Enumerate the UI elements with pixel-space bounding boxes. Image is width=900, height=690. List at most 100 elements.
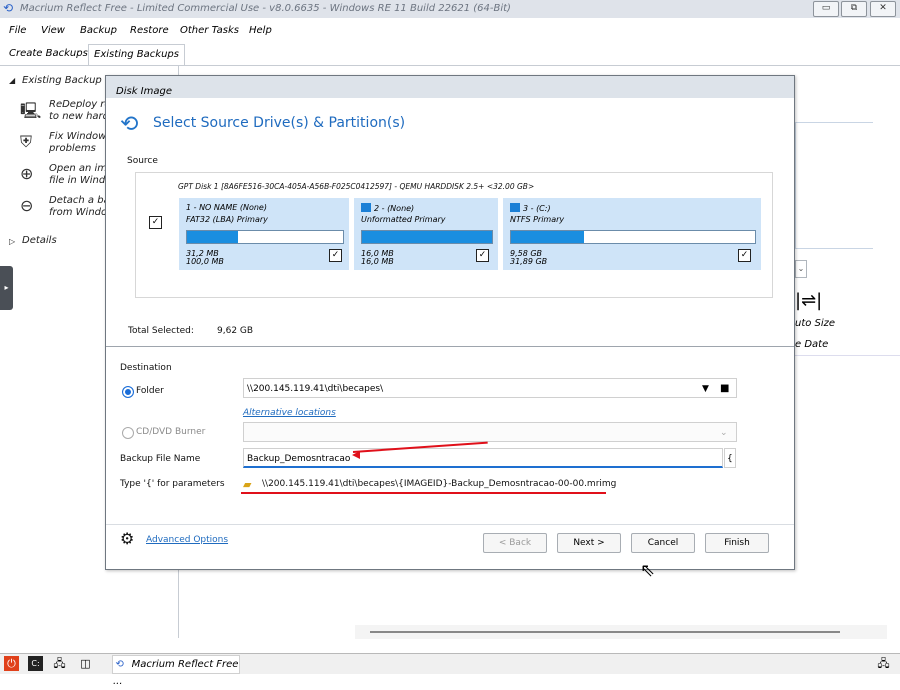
windows-logo-icon: [361, 203, 371, 212]
alternative-locations-link[interactable]: Alternative locations: [243, 408, 336, 418]
taskbar-app-label: Macrium Reflect Free ...: [113, 659, 239, 687]
params-hint-label: Type '{' for parameters: [120, 479, 225, 489]
taskbar: ⏻ C: 🖧 ◫ ⟲ Macrium Reflect Free ... 🖧: [0, 653, 900, 687]
chevron-down-icon[interactable]: ⌄: [720, 423, 728, 443]
total-selected-label: Total Selected:: [128, 326, 194, 336]
cancel-button[interactable]: Cancel: [631, 533, 695, 553]
horizontal-scrollbar[interactable]: [355, 625, 887, 639]
command-prompt-icon[interactable]: C:: [28, 656, 43, 671]
partition-2-usage-fill: [362, 231, 492, 243]
partition-3-usage-fill: [511, 231, 585, 243]
partition-2-type: Unformatted Primary: [361, 215, 446, 224]
partition-3-checkbox[interactable]: ✓: [738, 249, 751, 262]
folder-label: Folder: [136, 386, 164, 396]
partition-2-usage-bar: [361, 230, 493, 244]
annotation-arrowhead: [352, 451, 360, 459]
restore-button[interactable]: ⧉: [841, 1, 867, 17]
mouse-cursor-icon: ⇖: [640, 560, 656, 581]
group-existing-backup-tasks[interactable]: Existing Backup To: [22, 75, 116, 87]
tab-existing-backups[interactable]: Existing Backups: [88, 44, 185, 65]
partition-1-name: 1 - NO NAME (None): [186, 203, 267, 212]
menu-backup[interactable]: Backup: [80, 25, 117, 36]
partition-2-checkbox[interactable]: ✓: [476, 249, 489, 262]
total-selected-value: 9,62 GB: [217, 326, 254, 336]
window-titlebar: ⟲ Macrium Reflect Free - Limited Commerc…: [0, 0, 900, 18]
partition-1-checkbox[interactable]: ✓: [329, 249, 342, 262]
side-panel-grip-handle[interactable]: ▸: [0, 266, 13, 310]
finish-button[interactable]: Finish: [705, 533, 769, 553]
disk-sync-icon: ⟲: [120, 112, 139, 137]
dialog-heading-text: Select Source Drive(s) & Partition(s): [153, 115, 406, 131]
task-fix-windows-line1[interactable]: Fix Windows: [49, 131, 112, 143]
task-detach-line1[interactable]: Detach a ba: [49, 195, 110, 207]
auto-size-label[interactable]: uto Size: [795, 318, 835, 329]
partition-3-total: 31,89 GB: [510, 257, 548, 266]
task-redeploy-line1[interactable]: ReDeploy re: [49, 99, 111, 111]
partition-3-name: 3 - (C:): [510, 203, 551, 213]
partition-2-tile[interactable]: 2 - (None) Unformatted Primary 16,0 MB 1…: [354, 198, 498, 270]
partition-1-type: FAT32 (LBA) Primary: [186, 215, 268, 224]
tab-create-backups[interactable]: Create Backups: [4, 44, 93, 64]
windows-logo-icon: [510, 203, 520, 212]
menu-other-tasks[interactable]: Other Tasks: [180, 25, 239, 36]
back-button[interactable]: < Back: [483, 533, 547, 553]
auto-size-columns-icon[interactable]: |⇌|: [795, 289, 900, 317]
partition-3-usage-bar: [510, 230, 756, 244]
section-divider: [106, 346, 794, 347]
close-button[interactable]: ✕: [870, 1, 896, 17]
open-image-icon: ⊕: [20, 164, 34, 183]
dialog-title: Disk Image: [116, 86, 172, 97]
disk-select-checkbox[interactable]: ✓: [149, 216, 162, 229]
background-info-box: [795, 122, 873, 249]
task-detach-line2[interactable]: from Windo: [49, 207, 107, 219]
taskbar-app-button[interactable]: ⟲ Macrium Reflect Free ...: [112, 655, 240, 687]
group-details[interactable]: Details: [22, 235, 57, 247]
folder-radio[interactable]: [122, 386, 134, 398]
power-icon[interactable]: ⏻: [4, 656, 19, 671]
task-open-image-line2[interactable]: file in Windo: [49, 175, 111, 187]
chevron-down-icon[interactable]: ⌄: [795, 260, 807, 278]
disk-label: GPT Disk 1 [8A6FE516-30CA-405A-A56B-F025…: [178, 182, 535, 191]
folder-path-value: \\200.145.119.41\dti\becapes\: [247, 384, 384, 394]
dialog-titlebar: Disk Image: [106, 76, 794, 98]
folder-browse-icon[interactable]: ■: [720, 379, 729, 399]
cd-dvd-select[interactable]: ⌄: [243, 422, 737, 442]
source-label: Source: [127, 156, 158, 166]
window-title: Macrium Reflect Free - Limited Commercia…: [20, 3, 511, 14]
parameters-brace-button[interactable]: {: [724, 448, 736, 468]
minimize-button[interactable]: ▭: [813, 1, 839, 17]
task-redeploy-line2[interactable]: to new hard: [49, 111, 109, 123]
network-icon[interactable]: 🖧: [52, 656, 67, 671]
task-open-image-line1[interactable]: Open an im: [49, 163, 107, 175]
date-column-header[interactable]: e Date: [795, 339, 900, 356]
menu-view[interactable]: View: [41, 25, 65, 36]
advanced-options-link[interactable]: Advanced Options: [146, 535, 228, 545]
partition-1-tile[interactable]: 1 - NO NAME (None) FAT32 (LBA) Primary 3…: [179, 198, 349, 270]
dropdown-arrow-icon[interactable]: ▼: [702, 379, 709, 399]
partition-1-total: 100,0 MB: [186, 257, 224, 266]
backup-file-name-input[interactable]: Backup_Demosntracao: [243, 448, 723, 468]
partition-3-name-text: 3 - (C:): [523, 204, 551, 213]
cd-dvd-radio[interactable]: [122, 427, 134, 439]
footer-divider: [106, 524, 794, 525]
macrium-taskbar-icon: ⟲: [116, 659, 125, 670]
expand-arrow-icon[interactable]: ▷: [9, 236, 15, 248]
main-tabs: Create Backups Existing Backups: [0, 44, 900, 66]
menu-help[interactable]: Help: [249, 25, 272, 36]
screenshot-icon[interactable]: ◫: [78, 656, 93, 671]
folder-icon: ▰: [243, 478, 252, 491]
macrium-app-icon: ⟲: [3, 1, 14, 15]
advanced-options-icon[interactable]: ⚙: [120, 529, 134, 548]
folder-path-input[interactable]: \\200.145.119.41\dti\becapes\ ▼ ■: [243, 378, 737, 398]
menu-file[interactable]: File: [9, 25, 26, 36]
partition-2-name: 2 - (None): [361, 203, 414, 213]
scrollbar-thumb[interactable]: [370, 631, 840, 633]
menu-restore[interactable]: Restore: [130, 25, 169, 36]
next-button[interactable]: Next >: [557, 533, 621, 553]
fix-windows-icon: ⛨: [20, 132, 33, 151]
menu-bar: File View Backup Restore Other Tasks Hel…: [0, 21, 900, 41]
collapse-arrow-icon[interactable]: ◢: [9, 75, 15, 87]
partition-3-tile[interactable]: 3 - (C:) NTFS Primary 9,58 GB 31,89 GB ✓: [503, 198, 761, 270]
tray-network-icon[interactable]: 🖧: [876, 656, 891, 671]
task-fix-windows-line2[interactable]: problems: [49, 143, 96, 155]
